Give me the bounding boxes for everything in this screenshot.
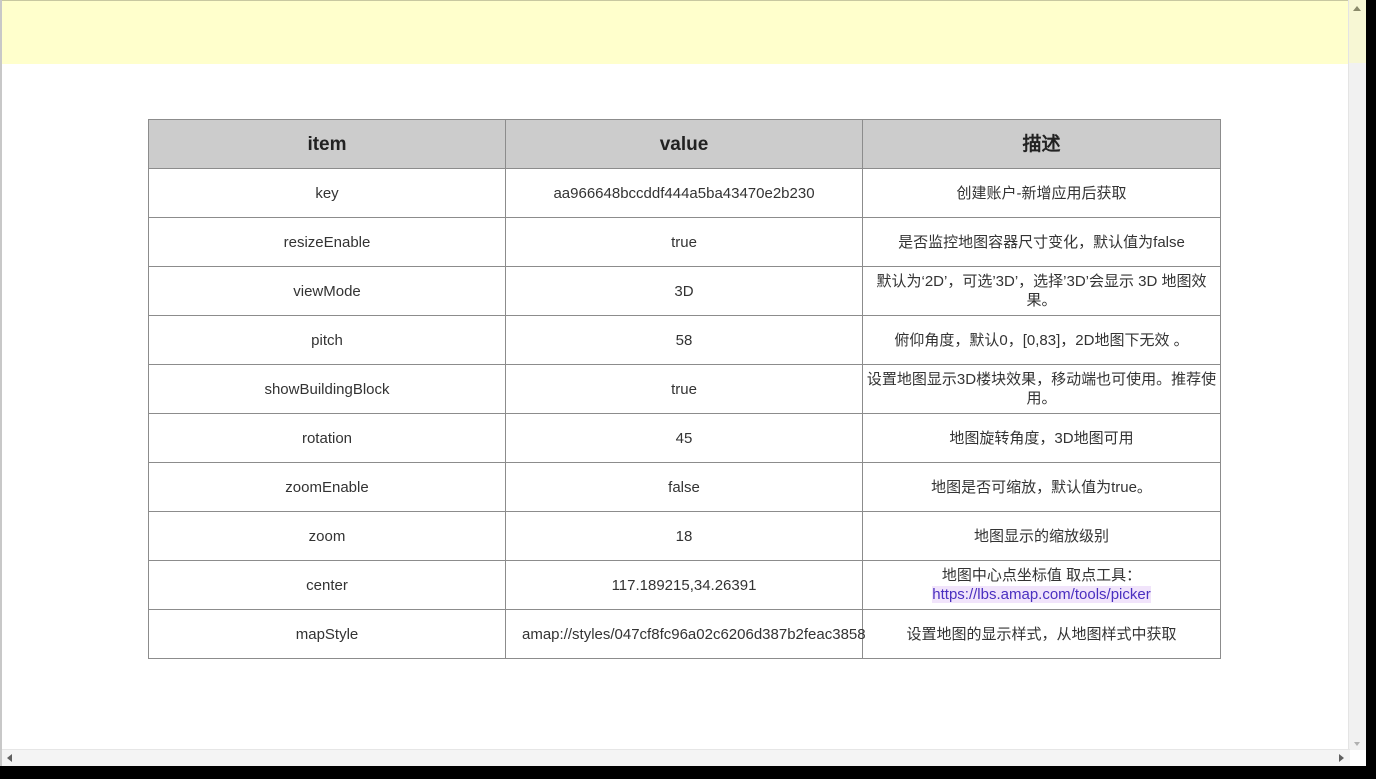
cell-description: 地图是否可缩放，默认值为true。 — [862, 462, 1221, 512]
table-row: zoom 18 地图显示的缩放级别 — [148, 511, 1221, 561]
table-row: zoomEnable false 地图是否可缩放，默认值为true。 — [148, 462, 1221, 512]
scroll-left-arrow-icon[interactable] — [7, 754, 12, 762]
scroll-down-arrow-icon[interactable] — [1354, 742, 1360, 746]
cell-value: 45 — [505, 413, 863, 463]
table-row: showBuildingBlock true 设置地图显示3D楼块效果，移动端也… — [148, 364, 1221, 414]
cell-item: mapStyle — [148, 609, 506, 659]
column-header-value: value — [505, 119, 863, 169]
cell-description: 设置地图的显示样式，从地图样式中获取 — [862, 609, 1221, 659]
scroll-right-arrow-icon[interactable] — [1339, 754, 1344, 762]
scroll-up-arrow-icon[interactable] — [1353, 6, 1361, 11]
description-text: 地图中心点坐标值 取点工具： — [941, 567, 1142, 584]
picker-tool-link[interactable]: https://lbs.amap.com/tools/picker — [932, 586, 1151, 603]
cell-description: 俯仰角度，默认0，[0,83]，2D地图下无效 。 — [862, 315, 1221, 365]
cell-value: true — [505, 217, 863, 267]
cell-value: aa966648bccddf444a5ba43470e2b230 — [505, 168, 863, 218]
notification-banner — [2, 0, 1350, 64]
vertical-scrollbar[interactable] — [1348, 0, 1366, 750]
browser-window: item value 描述 key aa966648bccddf444a5ba4… — [0, 0, 1366, 766]
cell-value: false — [505, 462, 863, 512]
cell-item: resizeEnable — [148, 217, 506, 267]
cell-description: 地图旋转角度，3D地图可用 — [862, 413, 1221, 463]
cell-description: 创建账户-新增应用后获取 — [862, 168, 1221, 218]
horizontal-scrollbar[interactable] — [2, 749, 1350, 766]
table-header-row: item value 描述 — [148, 119, 1221, 169]
cell-item: rotation — [148, 413, 506, 463]
parameter-table: item value 描述 key aa966648bccddf444a5ba4… — [148, 119, 1221, 659]
cell-item: center — [148, 560, 506, 610]
cell-description: 是否监控地图容器尺寸变化，默认值为false — [862, 217, 1221, 267]
table-row: mapStyle amap://styles/047cf8fc96a02c620… — [148, 609, 1221, 659]
cell-value: 18 — [505, 511, 863, 561]
cell-value: 3D — [505, 266, 863, 316]
table-row: pitch 58 俯仰角度，默认0，[0,83]，2D地图下无效 。 — [148, 315, 1221, 365]
cell-value: 58 — [505, 315, 863, 365]
cell-value: 117.189215,34.26391 — [505, 560, 863, 610]
cell-item: zoomEnable — [148, 462, 506, 512]
column-header-description: 描述 — [862, 119, 1221, 169]
cell-description: 默认为‘2D’，可选’3D’，选择’3D’会显示 3D 地图效果。 — [862, 266, 1221, 316]
cell-value: amap://styles/047cf8fc96a02c6206d387b2fe… — [505, 609, 866, 659]
column-header-item: item — [148, 119, 506, 169]
table-row: center 117.189215,34.26391 地图中心点坐标值 取点工具… — [148, 560, 1221, 610]
table-row: viewMode 3D 默认为‘2D’，可选’3D’，选择’3D’会显示 3D … — [148, 266, 1221, 316]
cell-item: zoom — [148, 511, 506, 561]
table-row: resizeEnable true 是否监控地图容器尺寸变化，默认值为false — [148, 217, 1221, 267]
cell-description: 地图中心点坐标值 取点工具： https://lbs.amap.com/tools… — [862, 560, 1221, 610]
table-row: key aa966648bccddf444a5ba43470e2b230 创建账… — [148, 168, 1221, 218]
cell-value: true — [505, 364, 863, 414]
cell-description: 设置地图显示3D楼块效果，移动端也可使用。推荐使用。 — [862, 364, 1221, 414]
table-row: rotation 45 地图旋转角度，3D地图可用 — [148, 413, 1221, 463]
cell-description: 地图显示的缩放级别 — [862, 511, 1221, 561]
cell-item: key — [148, 168, 506, 218]
cell-item: showBuildingBlock — [148, 364, 506, 414]
cell-item: pitch — [148, 315, 506, 365]
cell-item: viewMode — [148, 266, 506, 316]
